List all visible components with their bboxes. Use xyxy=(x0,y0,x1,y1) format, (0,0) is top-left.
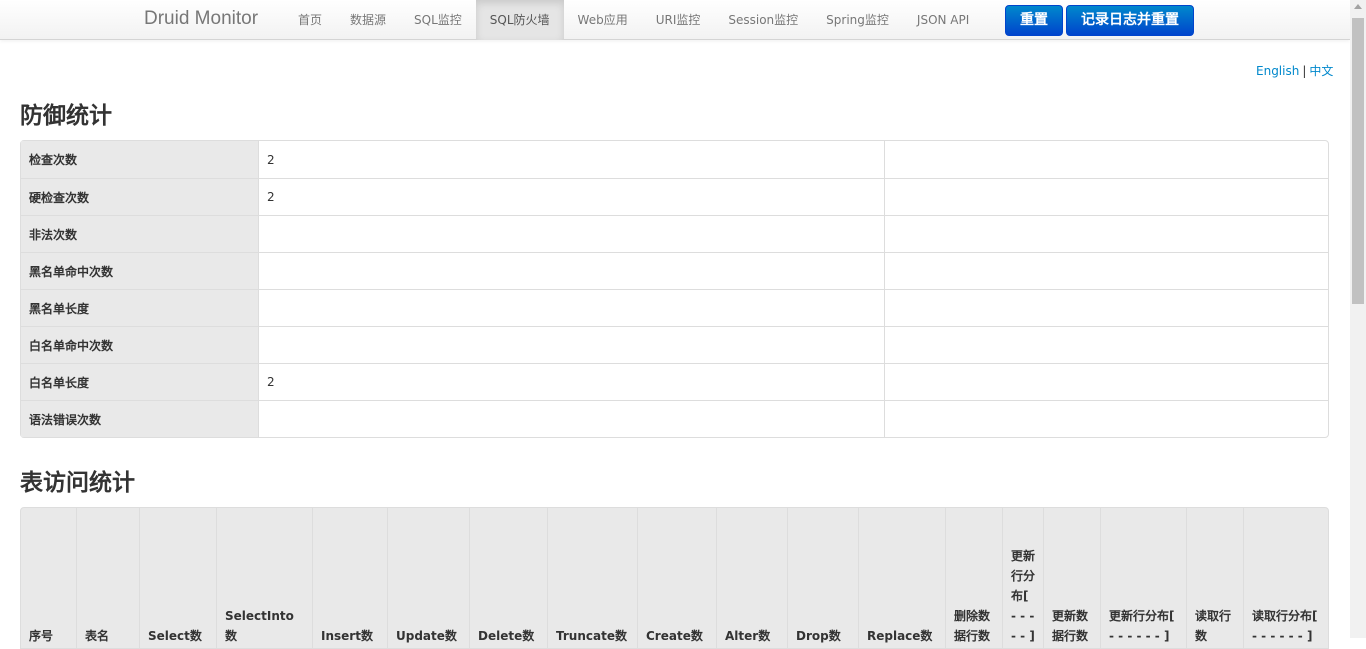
col-header-update-row-dist[interactable]: 更新行分布[ - - - - - ] xyxy=(1002,508,1043,648)
lang-separator: | xyxy=(1302,64,1307,78)
col-header-alter[interactable]: Alter数 xyxy=(716,508,787,648)
row-label: 硬检查次数 xyxy=(21,178,258,215)
col-header-truncate[interactable]: Truncate数 xyxy=(547,508,637,648)
defense-stats-table: 检查次数 2 硬检查次数 2 非法次数 黑名单命中次数 黑名单长度 白名单命中次数 … xyxy=(20,140,1329,438)
col-header-read-row-dist[interactable]: 读取行分布[ - - - - - - ] xyxy=(1243,508,1328,648)
row-value xyxy=(258,289,884,326)
nav-sql-firewall[interactable]: SQL防火墙 xyxy=(475,0,564,40)
row-extra xyxy=(884,326,1328,363)
col-header-delete[interactable]: Delete数 xyxy=(469,508,547,648)
row-label: 检查次数 xyxy=(21,141,258,178)
col-header-update[interactable]: Update数 xyxy=(387,508,469,648)
row-label: 非法次数 xyxy=(21,215,258,252)
col-header-updated-rows[interactable]: 更新数据行数 xyxy=(1043,508,1100,648)
table-access-stats-heading: 表访问统计 xyxy=(20,470,135,496)
row-label: 白名单长度 xyxy=(21,363,258,400)
nav-web-app[interactable]: Web应用 xyxy=(564,0,642,40)
table-row: 白名单命中次数 xyxy=(21,326,1328,363)
nav-sql-monitor[interactable]: SQL监控 xyxy=(400,0,476,40)
lang-english-link[interactable]: English xyxy=(1256,64,1299,78)
row-value: 2 xyxy=(258,363,884,400)
row-value xyxy=(258,215,884,252)
scroll-up-arrow-icon[interactable] xyxy=(1354,4,1362,9)
nav-datasource[interactable]: 数据源 xyxy=(336,0,400,40)
row-extra xyxy=(884,215,1328,252)
nav-home[interactable]: 首页 xyxy=(284,0,336,40)
col-header-table-name[interactable]: 表名 xyxy=(76,508,139,648)
nav-session-monitor[interactable]: Session监控 xyxy=(714,0,812,40)
col-header-replace[interactable]: Replace数 xyxy=(858,508,945,648)
col-header-select[interactable]: Select数 xyxy=(139,508,216,648)
lang-chinese-link[interactable]: 中文 xyxy=(1309,64,1333,78)
row-value xyxy=(258,400,884,437)
row-value xyxy=(258,252,884,289)
col-header-selectinto[interactable]: SelectInto数 xyxy=(216,508,312,648)
table-row: 检查次数 2 xyxy=(21,141,1328,178)
table-row: 语法错误次数 xyxy=(21,400,1328,437)
row-extra xyxy=(884,141,1328,178)
row-value: 2 xyxy=(258,141,884,178)
row-value: 2 xyxy=(258,178,884,215)
table-row: 白名单长度 2 xyxy=(21,363,1328,400)
reset-button[interactable]: 重置 xyxy=(1005,5,1063,36)
table-header-row: 序号 表名 Select数 SelectInto数 Insert数 Update… xyxy=(21,508,1328,648)
nav-uri-monitor[interactable]: URI监控 xyxy=(642,0,715,40)
scrollbar-thumb[interactable] xyxy=(1352,18,1364,304)
main-nav: 首页 数据源 SQL监控 SQL防火墙 Web应用 URI监控 Session监… xyxy=(284,0,983,40)
col-header-create[interactable]: Create数 xyxy=(637,508,716,648)
col-header-drop[interactable]: Drop数 xyxy=(787,508,858,648)
brand-logo[interactable]: Druid Monitor xyxy=(144,8,258,30)
row-label: 黑名单长度 xyxy=(21,289,258,326)
col-header-index[interactable]: 序号 xyxy=(21,508,76,648)
page-scrollbar[interactable] xyxy=(1350,0,1366,638)
table-row: 黑名单长度 xyxy=(21,289,1328,326)
table-access-stats-table: 序号 表名 Select数 SelectInto数 Insert数 Update… xyxy=(20,507,1329,649)
table-row: 非法次数 xyxy=(21,215,1328,252)
log-and-reset-button[interactable]: 记录日志并重置 xyxy=(1066,5,1194,36)
row-extra xyxy=(884,400,1328,437)
defense-stats-heading: 防御统计 xyxy=(20,103,112,129)
col-header-deleted-rows[interactable]: 删除数据行数 xyxy=(945,508,1002,648)
row-extra xyxy=(884,178,1328,215)
row-label: 语法错误次数 xyxy=(21,400,258,437)
col-header-insert[interactable]: Insert数 xyxy=(312,508,387,648)
table-row: 硬检查次数 2 xyxy=(21,178,1328,215)
row-label: 黑名单命中次数 xyxy=(21,252,258,289)
col-header-update-row-dist-2[interactable]: 更新行分布[ - - - - - - ] xyxy=(1100,508,1186,648)
table-row: 黑名单命中次数 xyxy=(21,252,1328,289)
row-extra xyxy=(884,289,1328,326)
row-label: 白名单命中次数 xyxy=(21,326,258,363)
row-extra xyxy=(884,252,1328,289)
row-extra xyxy=(884,363,1328,400)
col-header-read-rows[interactable]: 读取行数 xyxy=(1186,508,1243,648)
top-navbar: Druid Monitor 首页 数据源 SQL监控 SQL防火墙 Web应用 … xyxy=(0,0,1350,40)
language-switcher: English | 中文 xyxy=(1256,62,1333,79)
nav-spring-monitor[interactable]: Spring监控 xyxy=(812,0,903,40)
row-value xyxy=(258,326,884,363)
nav-json-api[interactable]: JSON API xyxy=(903,0,983,40)
